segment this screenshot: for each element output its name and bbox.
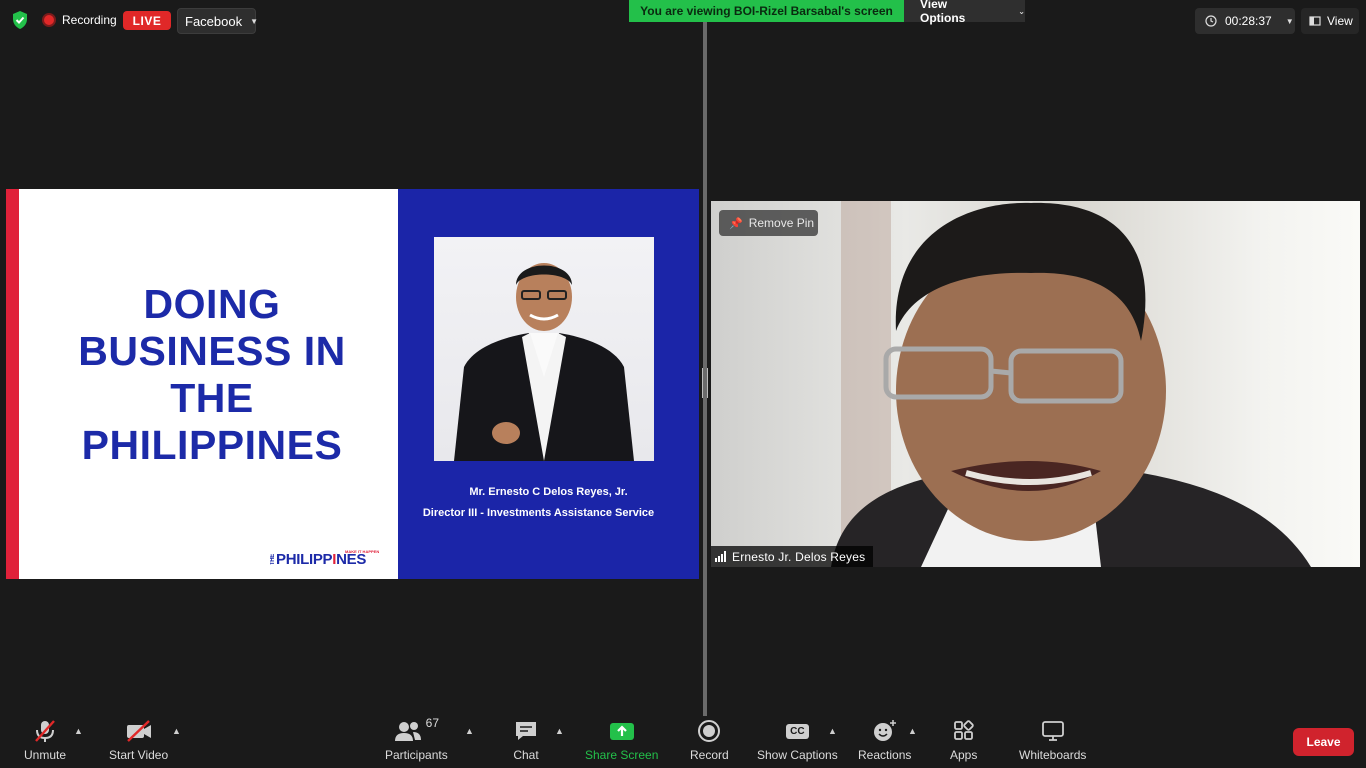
stream-target-label: Facebook xyxy=(185,13,243,29)
view-layout-icon xyxy=(1309,16,1321,26)
show-captions-button[interactable]: CC Show Captions xyxy=(757,718,838,762)
philippines-logo: THEPHILIPPINES xyxy=(270,551,367,568)
whiteboards-label: Whiteboards xyxy=(1019,748,1087,762)
remove-pin-label: Remove Pin xyxy=(748,216,815,230)
record-dot-icon xyxy=(42,13,56,27)
signal-bars-icon xyxy=(715,551,726,562)
share-screen-button[interactable]: Share Screen xyxy=(585,718,658,762)
audio-options-chevron-icon[interactable]: ▲ xyxy=(74,726,83,736)
smiley-plus-icon xyxy=(873,720,896,741)
chat-button[interactable]: Chat xyxy=(513,718,539,762)
speaker-name: Mr. Ernesto C Delos Reyes, Jr. xyxy=(469,486,628,498)
participant-name: Ernesto Jr. Delos Reyes xyxy=(732,549,866,564)
clock-icon xyxy=(1205,15,1217,27)
share-screen-icon xyxy=(609,723,634,740)
timer-value: 00:28:37 xyxy=(1225,14,1272,28)
share-screen-label: Share Screen xyxy=(585,748,659,762)
chat-options-chevron-icon[interactable]: ▲ xyxy=(555,726,564,736)
closed-captions-icon: CC xyxy=(786,723,809,739)
live-badge[interactable]: LIVE xyxy=(123,11,171,30)
participants-label: Participants xyxy=(385,748,448,762)
unmute-label: Unmute xyxy=(24,748,67,762)
shared-screen-slide: DOING BUSINESS IN THE PHILIPPINES Mr. Er… xyxy=(6,189,699,579)
record-icon xyxy=(698,720,721,742)
caret-down-icon: ▼ xyxy=(1285,16,1294,26)
meeting-timer[interactable]: 00:28:37 ▼ xyxy=(1195,8,1295,34)
view-options-label: View Options xyxy=(920,0,966,25)
view-options-button[interactable]: View Options ⌄ xyxy=(904,0,1025,25)
reactions-button[interactable]: Reactions xyxy=(858,718,911,762)
participants-button[interactable]: 67 Participants xyxy=(385,716,448,762)
chevron-down-icon: ⌄ xyxy=(1018,6,1025,16)
whiteboards-button[interactable]: Whiteboards xyxy=(1019,718,1086,762)
slide-red-bar xyxy=(6,189,19,579)
show-captions-label: Show Captions xyxy=(757,748,838,762)
participants-icon xyxy=(394,722,421,741)
leave-button[interactable]: Leave xyxy=(1293,728,1354,756)
microphone-muted-icon xyxy=(35,720,55,742)
unmute-button[interactable]: Unmute xyxy=(24,718,66,762)
apps-grid-icon xyxy=(953,720,974,740)
speaker-title: Director III - Investments Assistance Se… xyxy=(422,507,655,519)
reactions-options-chevron-icon[interactable]: ▲ xyxy=(908,726,917,736)
camera-off-icon xyxy=(126,720,151,742)
video-options-chevron-icon[interactable]: ▲ xyxy=(172,726,181,736)
participants-options-chevron-icon[interactable]: ▲ xyxy=(465,726,474,736)
record-button[interactable]: Record xyxy=(690,718,729,762)
chat-label: Chat xyxy=(513,748,539,762)
apps-button[interactable]: Apps xyxy=(950,718,977,762)
slide-speaker-panel: Mr. Ernesto C Delos Reyes, Jr. Director … xyxy=(398,189,699,579)
apps-label: Apps xyxy=(950,748,978,762)
recording-indicator[interactable]: Recording xyxy=(42,8,117,32)
stream-target-dropdown[interactable]: Facebook ▼ xyxy=(177,8,259,34)
speaker-photo xyxy=(434,237,654,461)
viewing-banner: You are viewing BOI-Rizel Barsabal's scr… xyxy=(629,0,904,22)
caret-down-icon: ▼ xyxy=(250,16,259,26)
divider-handle[interactable] xyxy=(702,368,708,398)
participant-name-tag: Ernesto Jr. Delos Reyes xyxy=(711,546,873,567)
chat-bubble-icon xyxy=(516,722,536,740)
security-shield-icon[interactable] xyxy=(10,10,30,30)
view-button[interactable]: View xyxy=(1301,8,1359,34)
view-label: View xyxy=(1327,14,1353,28)
recording-label: Recording xyxy=(62,13,117,27)
start-video-label: Start Video xyxy=(109,748,169,762)
slide-title: DOING BUSINESS IN THE PHILIPPINES xyxy=(78,281,346,468)
participants-count: 67 xyxy=(425,716,440,730)
remove-pin-button[interactable]: 📌 Remove Pin xyxy=(719,210,818,236)
pin-icon: 📌 xyxy=(729,217,743,230)
participant-video[interactable]: 📌 Remove Pin Ernesto Jr. Delos Reyes xyxy=(711,201,1360,567)
reactions-label: Reactions xyxy=(858,748,912,762)
whiteboard-icon xyxy=(1041,721,1064,741)
start-video-button[interactable]: Start Video xyxy=(109,718,168,762)
record-label: Record xyxy=(690,748,729,762)
captions-options-chevron-icon[interactable]: ▲ xyxy=(828,726,837,736)
